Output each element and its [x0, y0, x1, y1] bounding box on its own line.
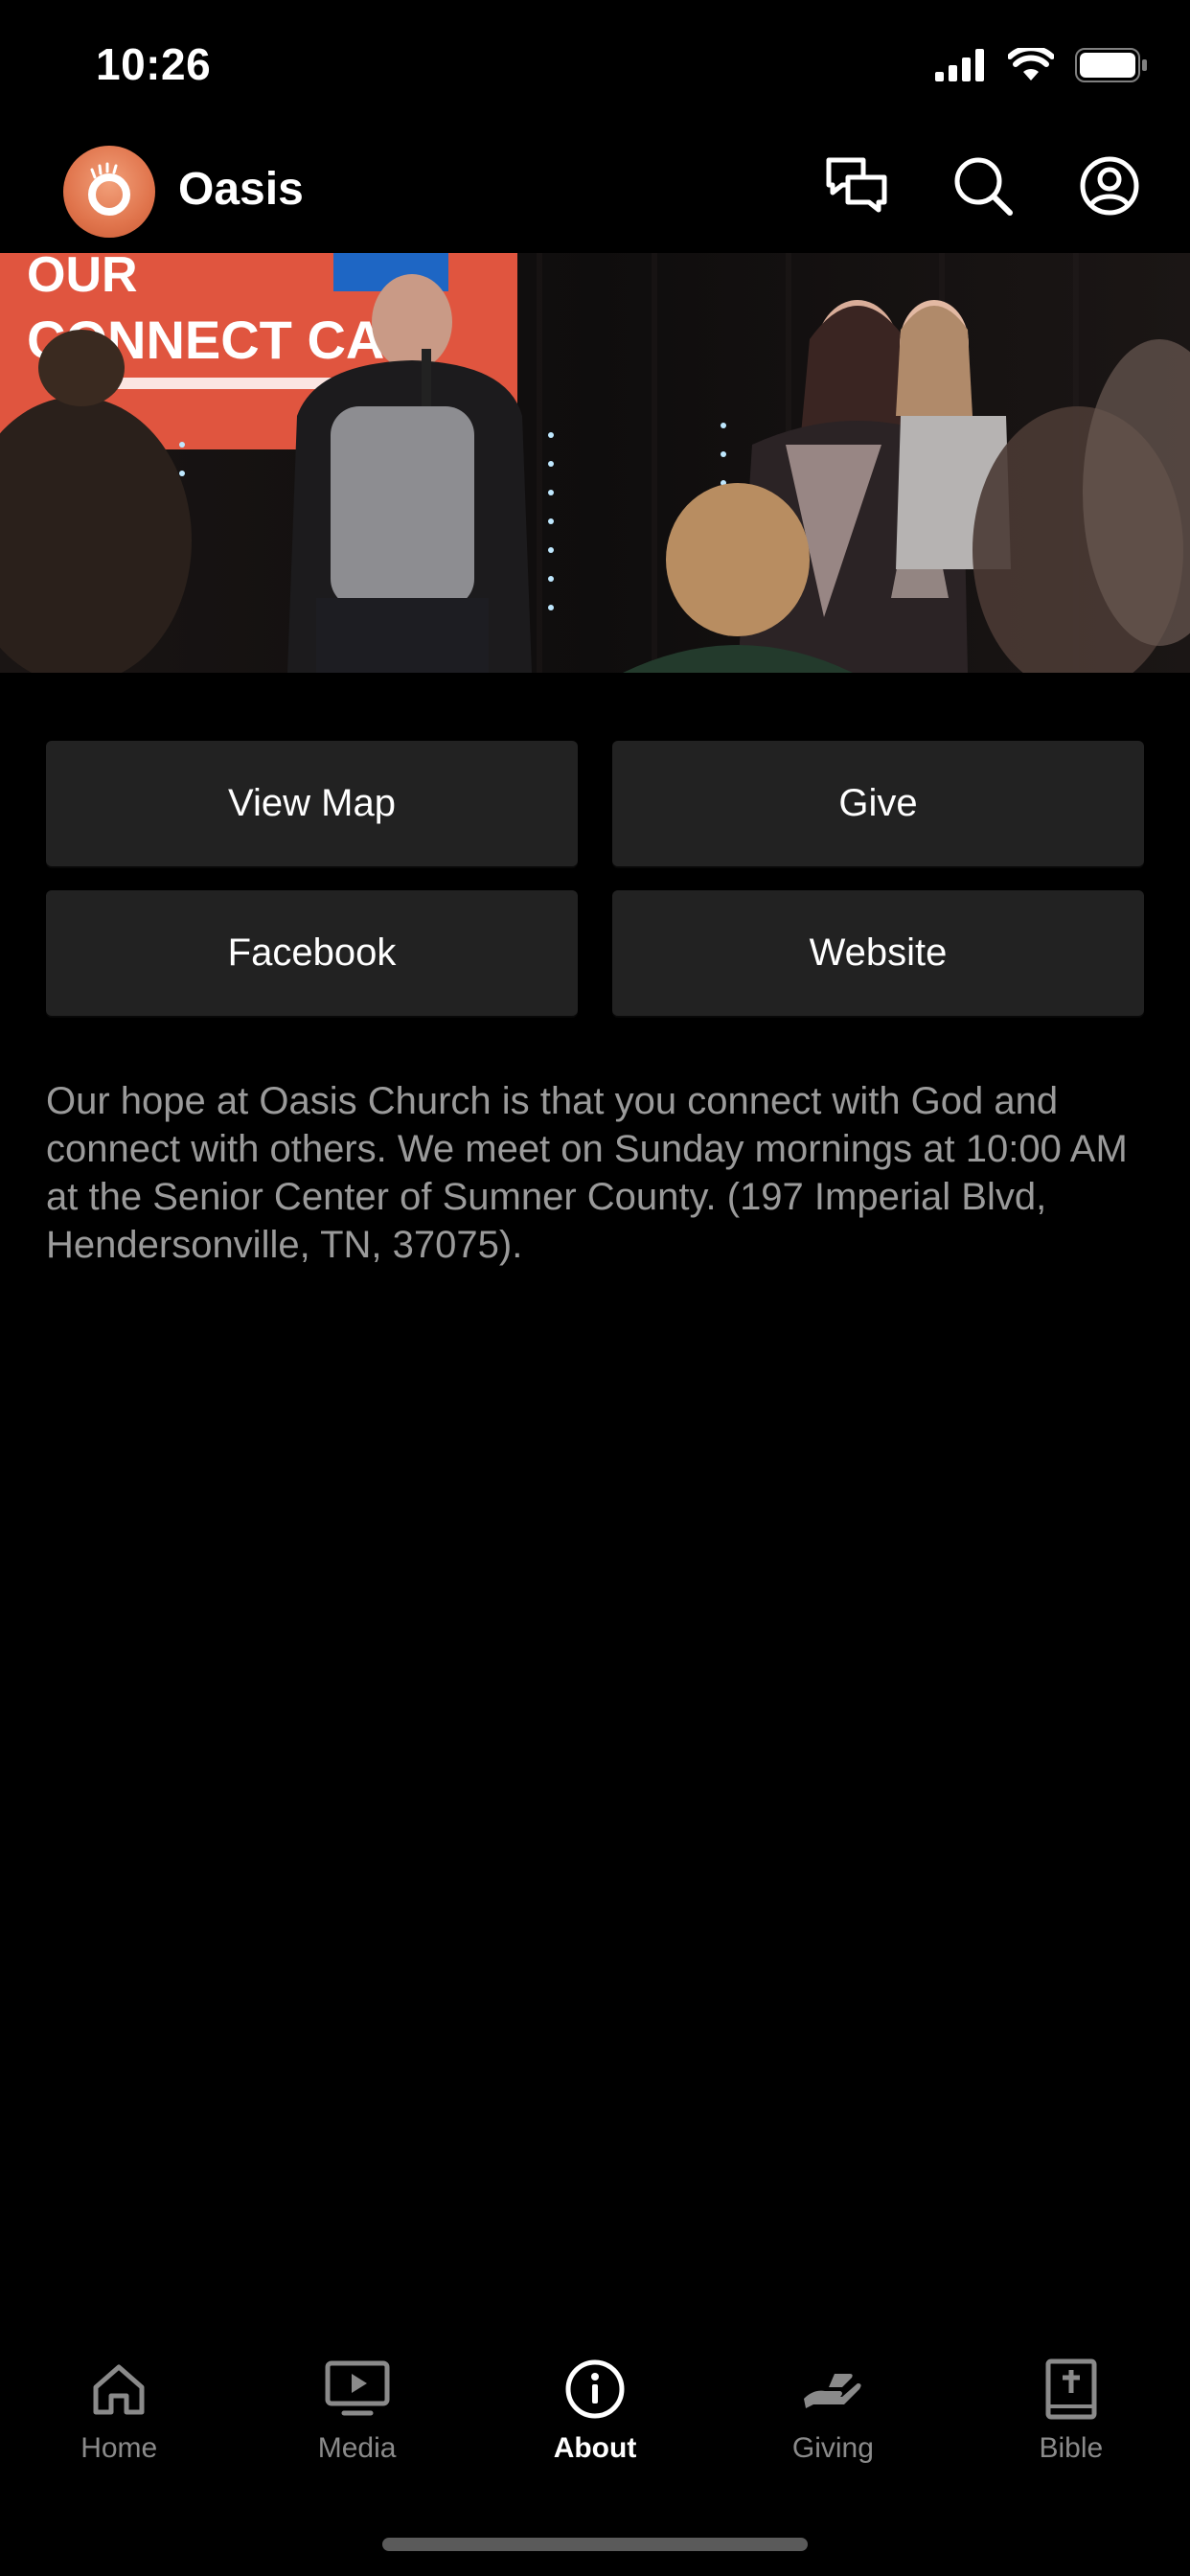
screen-text-line1: OUR [27, 253, 138, 303]
website-button[interactable]: Website [612, 890, 1144, 1016]
tab-about[interactable]: About [476, 2338, 714, 2472]
about-description: Our hope at Oasis Church is that you con… [46, 1080, 1128, 1266]
bottom-tab-bar: Home Media About Giving Bible [0, 2338, 1190, 2472]
tab-about-label: About [553, 2432, 637, 2464]
status-bar: 10:26 [0, 0, 1190, 134]
status-time: 10:26 [96, 39, 212, 89]
profile-icon [1080, 156, 1139, 216]
chat-icon [826, 157, 887, 213]
cellular-signal-icon [935, 49, 987, 86]
facebook-button[interactable]: Facebook [46, 890, 578, 1016]
app-header: Oasis [0, 134, 1190, 253]
hero-image: OUR CONNECT CA [0, 253, 1190, 673]
tab-home-label: Home [80, 2432, 158, 2464]
oasis-logo[interactable] [63, 146, 155, 238]
tab-giving[interactable]: Giving [714, 2338, 951, 2472]
tab-media-label: Media [317, 2432, 397, 2464]
tab-media[interactable]: Media [238, 2338, 475, 2472]
media-icon [324, 2356, 391, 2423]
app-title: Oasis [178, 164, 304, 215]
chat-button[interactable] [822, 151, 891, 220]
header-actions [822, 151, 1144, 220]
tab-bible[interactable]: Bible [952, 2338, 1190, 2472]
info-icon [561, 2356, 629, 2423]
battery-icon [1075, 48, 1148, 87]
tab-bible-label: Bible [1039, 2432, 1104, 2464]
home-indicator[interactable] [382, 2538, 808, 2551]
give-button[interactable]: Give [612, 741, 1144, 866]
wifi-icon [1007, 45, 1055, 87]
status-icons [935, 45, 1148, 87]
home-icon [85, 2356, 152, 2423]
view-map-button[interactable]: View Map [46, 741, 578, 866]
giving-icon [799, 2356, 866, 2423]
tab-giving-label: Giving [791, 2432, 874, 2464]
search-icon [954, 157, 1013, 216]
profile-button[interactable] [1075, 151, 1144, 220]
tab-home[interactable]: Home [0, 2338, 238, 2472]
search-button[interactable] [949, 151, 1018, 220]
bible-icon [1038, 2356, 1105, 2423]
action-button-grid: View Map Give Facebook Website [46, 741, 1144, 1016]
